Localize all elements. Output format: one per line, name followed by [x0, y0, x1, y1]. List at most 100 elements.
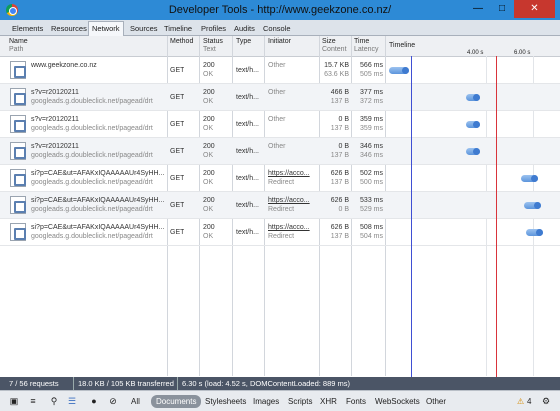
- request-count: 7 / 56 requests: [9, 379, 59, 388]
- title-bar: Developer Tools - http://www.geekzone.co…: [0, 0, 560, 20]
- column-status[interactable]: Status Text: [203, 38, 223, 54]
- request-size: 0 B: [338, 143, 349, 150]
- request-latency: 346 ms: [360, 152, 383, 159]
- column-method[interactable]: Method: [170, 38, 193, 46]
- timeline-bar[interactable]: [524, 202, 542, 209]
- filter-documents[interactable]: Documents: [151, 395, 202, 408]
- timeline-bar[interactable]: [389, 67, 410, 74]
- request-initiator[interactable]: https://acco...: [268, 224, 310, 231]
- timeline-bar[interactable]: [525, 229, 544, 236]
- column-name[interactable]: Name Path: [9, 38, 28, 54]
- network-table-header: Name Path Method Status Text Type Initiato…: [0, 36, 560, 57]
- bottom-toolbar: ▣ ≡ ⚲ ☰ ● ⊘ All Documents Stylesheets Im…: [0, 390, 560, 411]
- request-size-cell: 626 B 137 B: [319, 223, 349, 241]
- document-file-icon: [10, 88, 26, 106]
- request-initiator-type: Redirect: [268, 206, 295, 213]
- column-initiator[interactable]: Initiator: [268, 38, 291, 46]
- request-row[interactable]: www.geekzone.co.nz GET 200 OK text/h... Other…: [0, 57, 560, 84]
- tab-audits[interactable]: Audits: [231, 22, 258, 35]
- filter-other[interactable]: Other: [426, 395, 446, 408]
- console-drawer-icon[interactable]: ≡: [26, 395, 40, 408]
- filter-websockets[interactable]: WebSockets: [375, 395, 420, 408]
- request-name: si?p=CAE&ut=AFAKxIQAAAAAUr4SyHH...: [31, 197, 165, 204]
- request-method: GET: [170, 175, 185, 182]
- request-content-size: 137 B: [330, 125, 349, 132]
- request-method: GET: [170, 148, 185, 155]
- panel-tabs: Elements Resources Network Sources Timel…: [0, 20, 560, 36]
- request-status: 200: [203, 116, 215, 123]
- request-name: si?p=CAE&ut=AFAKxIQAAAAAUr4SyHH...: [31, 224, 165, 231]
- filter-scripts[interactable]: Scripts: [288, 395, 312, 408]
- request-latency: 372 ms: [360, 98, 383, 105]
- warning-count[interactable]: 4: [527, 395, 531, 408]
- warning-icon[interactable]: ⚠: [517, 395, 524, 408]
- request-row[interactable]: s?v=r20120211 googleads.g.doubleclick.net…: [0, 84, 560, 111]
- filter-fonts[interactable]: Fonts: [346, 395, 366, 408]
- tab-profiles[interactable]: Profiles: [198, 22, 229, 35]
- request-status-text: OK: [203, 98, 214, 105]
- request-time: 359 ms: [360, 116, 383, 123]
- request-status-cell: 200 OK: [203, 196, 215, 214]
- request-status-text: OK: [203, 233, 214, 240]
- close-button[interactable]: ✕: [514, 0, 555, 18]
- filter-all[interactable]: All: [131, 395, 140, 408]
- settings-gear-icon[interactable]: ⚙: [539, 395, 553, 408]
- request-size-cell: 626 B 0 B: [319, 196, 349, 214]
- request-initiator[interactable]: https://acco...: [268, 170, 310, 177]
- tab-resources[interactable]: Resources: [48, 22, 90, 35]
- column-size[interactable]: Size Content: [322, 38, 347, 54]
- filter-stylesheets[interactable]: Stylesheets: [205, 395, 246, 408]
- timeline-bar[interactable]: [520, 175, 539, 182]
- document-file-icon: [10, 142, 26, 160]
- large-rows-icon[interactable]: ☰: [65, 395, 79, 408]
- request-row[interactable]: s?v=r20120211 googleads.g.doubleclick.net…: [0, 138, 560, 165]
- request-latency: 504 ms: [360, 233, 383, 240]
- request-time-cell: 502 ms 500 ms: [352, 169, 383, 187]
- request-time-cell: 533 ms 529 ms: [352, 196, 383, 214]
- request-type: text/h...: [236, 121, 259, 128]
- load-event-line: [496, 56, 497, 390]
- tab-console[interactable]: Console: [260, 22, 294, 35]
- request-status-cell: 200 OK: [203, 142, 215, 160]
- request-time: 533 ms: [360, 197, 383, 204]
- request-row[interactable]: si?p=CAE&ut=AFAKxIQAAAAAUr4SyHH... google…: [0, 165, 560, 192]
- column-time[interactable]: Time Latency: [354, 38, 379, 54]
- request-row[interactable]: si?p=CAE&ut=AFAKxIQAAAAAUr4SyHH... google…: [0, 219, 560, 246]
- request-path: googleads.g.doubleclick.net/pagead/drt: [31, 233, 153, 240]
- tab-timeline[interactable]: Timeline: [161, 22, 195, 35]
- request-time-cell: 377 ms 372 ms: [352, 88, 383, 106]
- column-timeline[interactable]: Timeline: [389, 42, 415, 50]
- filter-images[interactable]: Images: [253, 395, 279, 408]
- request-initiator-type: Other: [268, 116, 286, 123]
- request-time-cell: 359 ms 359 ms: [352, 115, 383, 133]
- request-name: s?v=r20120211: [31, 143, 79, 150]
- request-status-cell: 200 OK: [203, 223, 215, 241]
- request-path: googleads.g.doubleclick.net/pagead/drt: [31, 206, 153, 213]
- tab-sources[interactable]: Sources: [127, 22, 161, 35]
- request-size-cell: 0 B 137 B: [319, 115, 349, 133]
- request-initiator[interactable]: https://acco...: [268, 197, 310, 204]
- network-summary-bar: 7 / 56 requests 18.0 KB / 105 KB transfe…: [0, 377, 560, 390]
- timeline-bar[interactable]: [465, 148, 481, 155]
- request-method: GET: [170, 94, 185, 101]
- clear-icon[interactable]: ⊘: [106, 395, 120, 408]
- document-file-icon: [10, 169, 26, 187]
- maximize-button[interactable]: □: [490, 0, 514, 18]
- column-type[interactable]: Type: [236, 38, 251, 46]
- record-icon[interactable]: ●: [87, 395, 101, 408]
- minimize-button[interactable]: —: [466, 0, 490, 18]
- request-type: text/h...: [236, 148, 259, 155]
- request-time: 346 ms: [360, 143, 383, 150]
- request-size: 15.7 KB: [324, 62, 349, 69]
- timeline-bar[interactable]: [465, 94, 481, 101]
- request-content-size: 137 B: [330, 98, 349, 105]
- dock-icon[interactable]: ▣: [7, 395, 21, 408]
- document-file-icon: [10, 115, 26, 133]
- filter-xhr[interactable]: XHR: [320, 395, 337, 408]
- request-row[interactable]: si?p=CAE&ut=AFAKxIQAAAAAUr4SyHH... google…: [0, 192, 560, 219]
- request-row[interactable]: s?v=r20120211 googleads.g.doubleclick.net…: [0, 111, 560, 138]
- tab-network[interactable]: Network: [88, 21, 124, 36]
- search-icon[interactable]: ⚲: [47, 395, 61, 408]
- timeline-bar[interactable]: [465, 121, 481, 128]
- tab-elements[interactable]: Elements: [9, 22, 46, 35]
